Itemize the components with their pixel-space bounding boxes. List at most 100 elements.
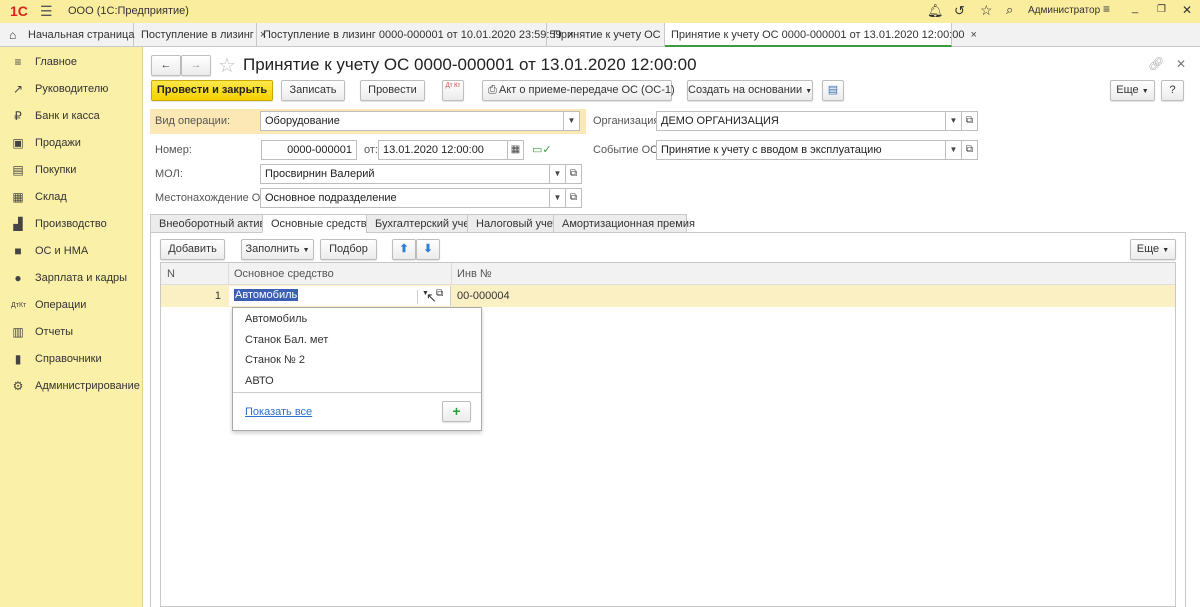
ruble-icon: ₽ [14,109,22,123]
calendar-icon[interactable]: ▦ [507,140,524,160]
main-menu-icon[interactable]: ☰ [40,3,53,20]
mol-field[interactable]: Просвирнин Валерий [260,164,550,184]
tab-leasing-doc[interactable]: Поступление в лизинг 0000-000001 от 10.0… [257,23,574,47]
location-field[interactable]: Основное подразделение [260,188,550,208]
tab-fixed-assets[interactable]: Основные средства [262,214,373,233]
post-and-close-button[interactable]: Провести и закрыть [151,80,273,101]
search-icon[interactable]: ⌕ [1006,2,1013,18]
tab-tax[interactable]: Налоговый учет [467,214,558,233]
sidebar-item-bank[interactable]: ₽ Банк и касса [0,103,143,130]
dropdown-item[interactable]: АВТО [245,375,274,387]
structure-button[interactable]: ▤ [822,80,844,101]
sidebar-item-sales[interactable]: ▣ Продажи [0,130,143,157]
organization-field[interactable]: ДЕМО ОРГАНИЗАЦИЯ [656,111,946,131]
favorite-star-icon[interactable]: ☆ [218,53,236,78]
number-field[interactable]: 0000-000001 [261,140,357,160]
select-button[interactable]: Подбор [320,239,377,260]
help-button[interactable]: ? [1161,80,1184,101]
tab-leasing[interactable]: Поступление в лизинг × [135,23,266,47]
column-header-n[interactable]: N [167,268,175,280]
create-based-on-button[interactable]: Создать на основании ▼ [687,80,813,101]
asset-open-button[interactable]: ⧉ [436,288,443,299]
table-more-button[interactable]: Еще ▼ [1130,239,1176,260]
location-open-button[interactable]: ⧉ [565,188,582,208]
settings-menu-icon[interactable]: ≡ [1103,2,1110,16]
mol-open-button[interactable]: ⧉ [565,164,582,184]
tab-acceptance-list[interactable]: Принятие к учету ОС× [547,23,673,47]
sidebar: ≡ Главное ↗ Руководителю ₽ Банк и касса ▣ Пр… [0,47,143,607]
tab-home[interactable]: ⌂ Начальная страница [0,23,134,47]
location-dropdown-button[interactable]: ▼ [549,188,566,208]
button-label: Создать на основании [688,84,803,96]
event-label: Событие ОС: [593,144,662,156]
sidebar-item-catalogs[interactable]: ▮ Справочники [0,346,143,373]
sidebar-item-operations[interactable]: ДтКт Операции [0,292,143,319]
sidebar-item-salary[interactable]: ● Зарплата и кадры [0,265,143,292]
asset-input[interactable]: Автомобиль [234,289,299,301]
more-button[interactable]: Еще ▼ [1110,80,1155,101]
post-button[interactable]: Провести [360,80,425,101]
save-button[interactable]: Записать [281,80,345,101]
tab-acceptance-doc[interactable]: Принятие к учету ОС 0000-000001 от 13.01… [665,23,977,47]
sidebar-item-label: Справочники [35,353,102,365]
organization-dropdown-button[interactable]: ▼ [945,111,962,131]
restore-icon[interactable]: ❐ [1157,4,1166,15]
column-header-inv[interactable]: Инв № [457,268,492,280]
number-edit-icon[interactable]: ▭✓ [532,143,552,156]
move-up-button[interactable]: ⬆ [392,239,416,260]
sidebar-item-production[interactable]: ▟ Производство [0,211,143,238]
operation-field[interactable]: Оборудование [260,111,564,131]
create-new-button[interactable]: + [442,401,471,422]
sidebar-item-fixed-assets[interactable]: ■ ОС и НМА [0,238,143,265]
sidebar-item-warehouse[interactable]: ▦ Склад [0,184,143,211]
back-button[interactable]: ← [151,55,181,76]
fill-button[interactable]: Заполнить ▼ [241,239,314,260]
dt-kt-button[interactable]: Дт Кт [442,80,464,101]
dropdown-item[interactable]: Станок Бал. мет [245,334,328,346]
bell-icon[interactable]: 🔔︎ [927,3,944,19]
forward-button[interactable]: → [181,55,211,76]
table-row[interactable]: 1 Автомобиль ▼ ⧉ 00-000004 [161,285,1175,307]
sidebar-item-manager[interactable]: ↗ Руководителю [0,76,143,103]
close-tab-icon[interactable]: × [970,29,976,41]
dropdown-item[interactable]: Станок № 2 [245,354,305,366]
link-icon[interactable]: 🔗︎ [1148,56,1165,72]
asset-cell-editor[interactable]: Автомобиль ▼ ⧉ [229,286,451,306]
event-open-button[interactable]: ⧉ [961,140,978,160]
sidebar-item-reports[interactable]: ▥ Отчеты [0,319,143,346]
sidebar-item-purchases[interactable]: ▤ Покупки [0,157,143,184]
divider [233,392,481,393]
user-name[interactable]: Администратор [1028,5,1100,16]
trend-icon: ↗ [12,82,24,96]
asset-dropdown-list: Автомобиль Станок Бал. мет Станок № 2 АВ… [232,307,482,431]
row-number: 1 [214,290,221,302]
sidebar-item-admin[interactable]: ⚙ Администрирование [0,373,143,400]
organization-open-button[interactable]: ⧉ [961,111,978,131]
event-field[interactable]: Принятие к учету с вводом в эксплуатацию [656,140,946,160]
button-label: Заполнить [245,243,300,255]
chevron-down-icon: ▼ [1141,88,1149,95]
sidebar-item-label: Операции [35,299,87,311]
print-act-button[interactable]: ⎙ Акт о приеме-передаче ОС (ОС-1) [482,80,675,101]
show-all-link[interactable]: Показать все [245,406,312,418]
mol-dropdown-button[interactable]: ▼ [549,164,566,184]
dropdown-item[interactable]: Автомобиль [245,313,307,325]
add-button[interactable]: Добавить [160,239,225,260]
column-header-asset[interactable]: Основное средство [234,268,334,280]
close-form-icon[interactable]: ✕ [1176,57,1186,71]
operation-dropdown-button[interactable]: ▼ [563,111,580,131]
gear-icon: ⚙ [12,379,24,393]
date-field[interactable]: 13.01.2020 12:00:00 [378,140,508,160]
event-dropdown-button[interactable]: ▼ [945,140,962,160]
sidebar-item-main[interactable]: ≡ Главное [0,49,143,76]
move-down-button[interactable]: ⬇ [416,239,440,260]
tab-label: Поступление в лизинг 0000-000001 от 10.0… [263,29,562,41]
minimize-icon[interactable]: _ [1132,2,1138,14]
tab-depreciation-bonus[interactable]: Амортизационная премия [553,214,695,233]
sidebar-item-label: Производство [35,218,107,230]
tab-accounting[interactable]: Бухгалтерский учет [366,214,474,233]
tab-noncurrent-asset[interactable]: Внеоборотный актив [150,214,265,233]
history-icon[interactable]: ↺ [954,3,965,19]
close-window-icon[interactable]: ✕ [1182,3,1192,17]
star-icon[interactable]: ☆ [980,2,993,19]
